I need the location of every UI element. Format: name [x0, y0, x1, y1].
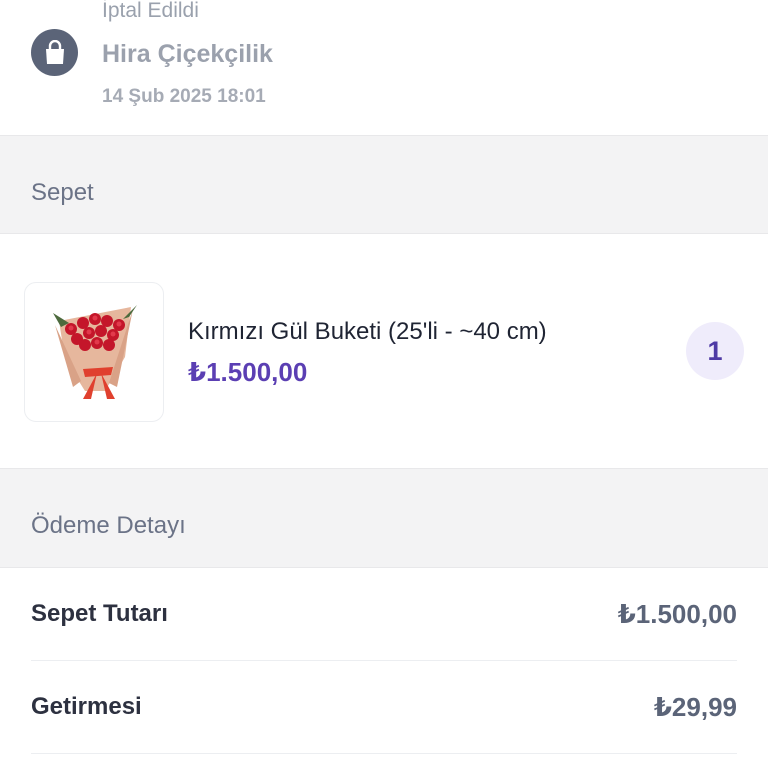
cart-item[interactable]: Kırmızı Gül Buketi (25'li - ~40 cm) ₺1.5… [0, 235, 768, 467]
order-status: İptal Edildi [102, 0, 199, 22]
quantity-badge: 1 [686, 322, 744, 380]
payment-value: ₺1.500,00 [617, 599, 737, 629]
cart-section-header: Sepet [0, 135, 768, 234]
payment-value: ₺29,99 [653, 692, 737, 722]
product-name[interactable]: Kırmızı Gül Buketi (25'li - ~40 cm) [188, 317, 547, 347]
order-header: İptal Edildi Hira Çiçekçilik 14 Şub 2025… [0, 0, 768, 136]
store-name: Hira Çiçekçilik [102, 40, 273, 68]
section-title: Sepet [31, 179, 94, 206]
payment-label: Getirmesi [31, 693, 142, 720]
section-title: Ödeme Detayı [31, 512, 186, 539]
payment-row-delivery: Getirmesi ₺29,99 [31, 661, 737, 754]
shopping-bag-icon [31, 29, 78, 76]
product-price: ₺1.500,00 [188, 357, 308, 387]
product-image[interactable] [24, 282, 164, 422]
order-date: 14 Şub 2025 18:01 [102, 86, 266, 107]
payment-section-header: Ödeme Detayı [0, 468, 768, 568]
payment-label: Sepet Tutarı [31, 600, 168, 627]
payment-row-cart-total: Sepet Tutarı ₺1.500,00 [31, 568, 737, 661]
